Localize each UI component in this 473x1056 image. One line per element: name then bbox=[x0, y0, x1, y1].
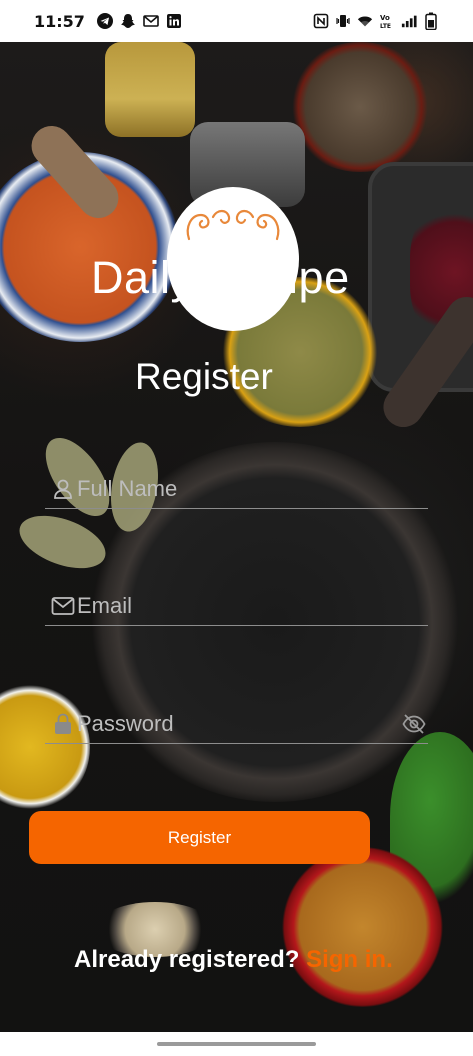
oil-bottle-image bbox=[105, 42, 195, 137]
svg-text:LTE: LTE bbox=[380, 23, 391, 29]
pepper-bowl-image bbox=[285, 42, 435, 172]
status-time: 11:57 bbox=[34, 11, 85, 31]
person-icon bbox=[51, 477, 75, 501]
lock-icon bbox=[51, 712, 75, 736]
linkedin-icon bbox=[166, 13, 182, 29]
volte-icon: Vo LTE bbox=[379, 13, 395, 29]
spice-bowl-image bbox=[280, 847, 445, 1007]
system-icons: Vo LTE bbox=[313, 12, 439, 30]
status-bar: 11:57 Vo LTE bbox=[0, 0, 473, 42]
telegram-icon bbox=[96, 13, 113, 29]
swirl-ornament-icon bbox=[186, 209, 280, 241]
signin-prompt: Already registered? Sign in. bbox=[74, 946, 393, 974]
signal-icon bbox=[401, 13, 417, 29]
email-field[interactable] bbox=[45, 586, 428, 626]
notification-icons bbox=[96, 13, 182, 29]
password-field[interactable] bbox=[45, 704, 428, 744]
gmail-icon bbox=[143, 13, 159, 29]
email-input[interactable] bbox=[75, 592, 375, 619]
recipe-logo-icon bbox=[167, 187, 299, 331]
register-button[interactable]: Register bbox=[29, 811, 370, 864]
wifi-icon bbox=[357, 13, 373, 29]
password-input[interactable] bbox=[75, 710, 375, 737]
nfc-icon bbox=[313, 13, 329, 29]
eye-off-icon[interactable] bbox=[400, 710, 428, 738]
svg-text:Vo: Vo bbox=[380, 14, 390, 22]
gesture-nav-bar bbox=[0, 1032, 473, 1056]
vibrate-icon bbox=[335, 13, 351, 29]
battery-icon bbox=[423, 12, 439, 30]
signin-prompt-text: Already registered? bbox=[74, 946, 300, 973]
full-name-field[interactable] bbox=[45, 469, 428, 509]
mail-icon bbox=[51, 594, 75, 618]
snapchat-icon bbox=[120, 13, 136, 29]
page-title: Register bbox=[135, 356, 273, 397]
full-name-input[interactable] bbox=[75, 475, 375, 502]
oil-bowl-image bbox=[0, 682, 90, 812]
signin-link[interactable]: Sign in. bbox=[306, 946, 393, 973]
home-handle[interactable] bbox=[157, 1042, 316, 1046]
